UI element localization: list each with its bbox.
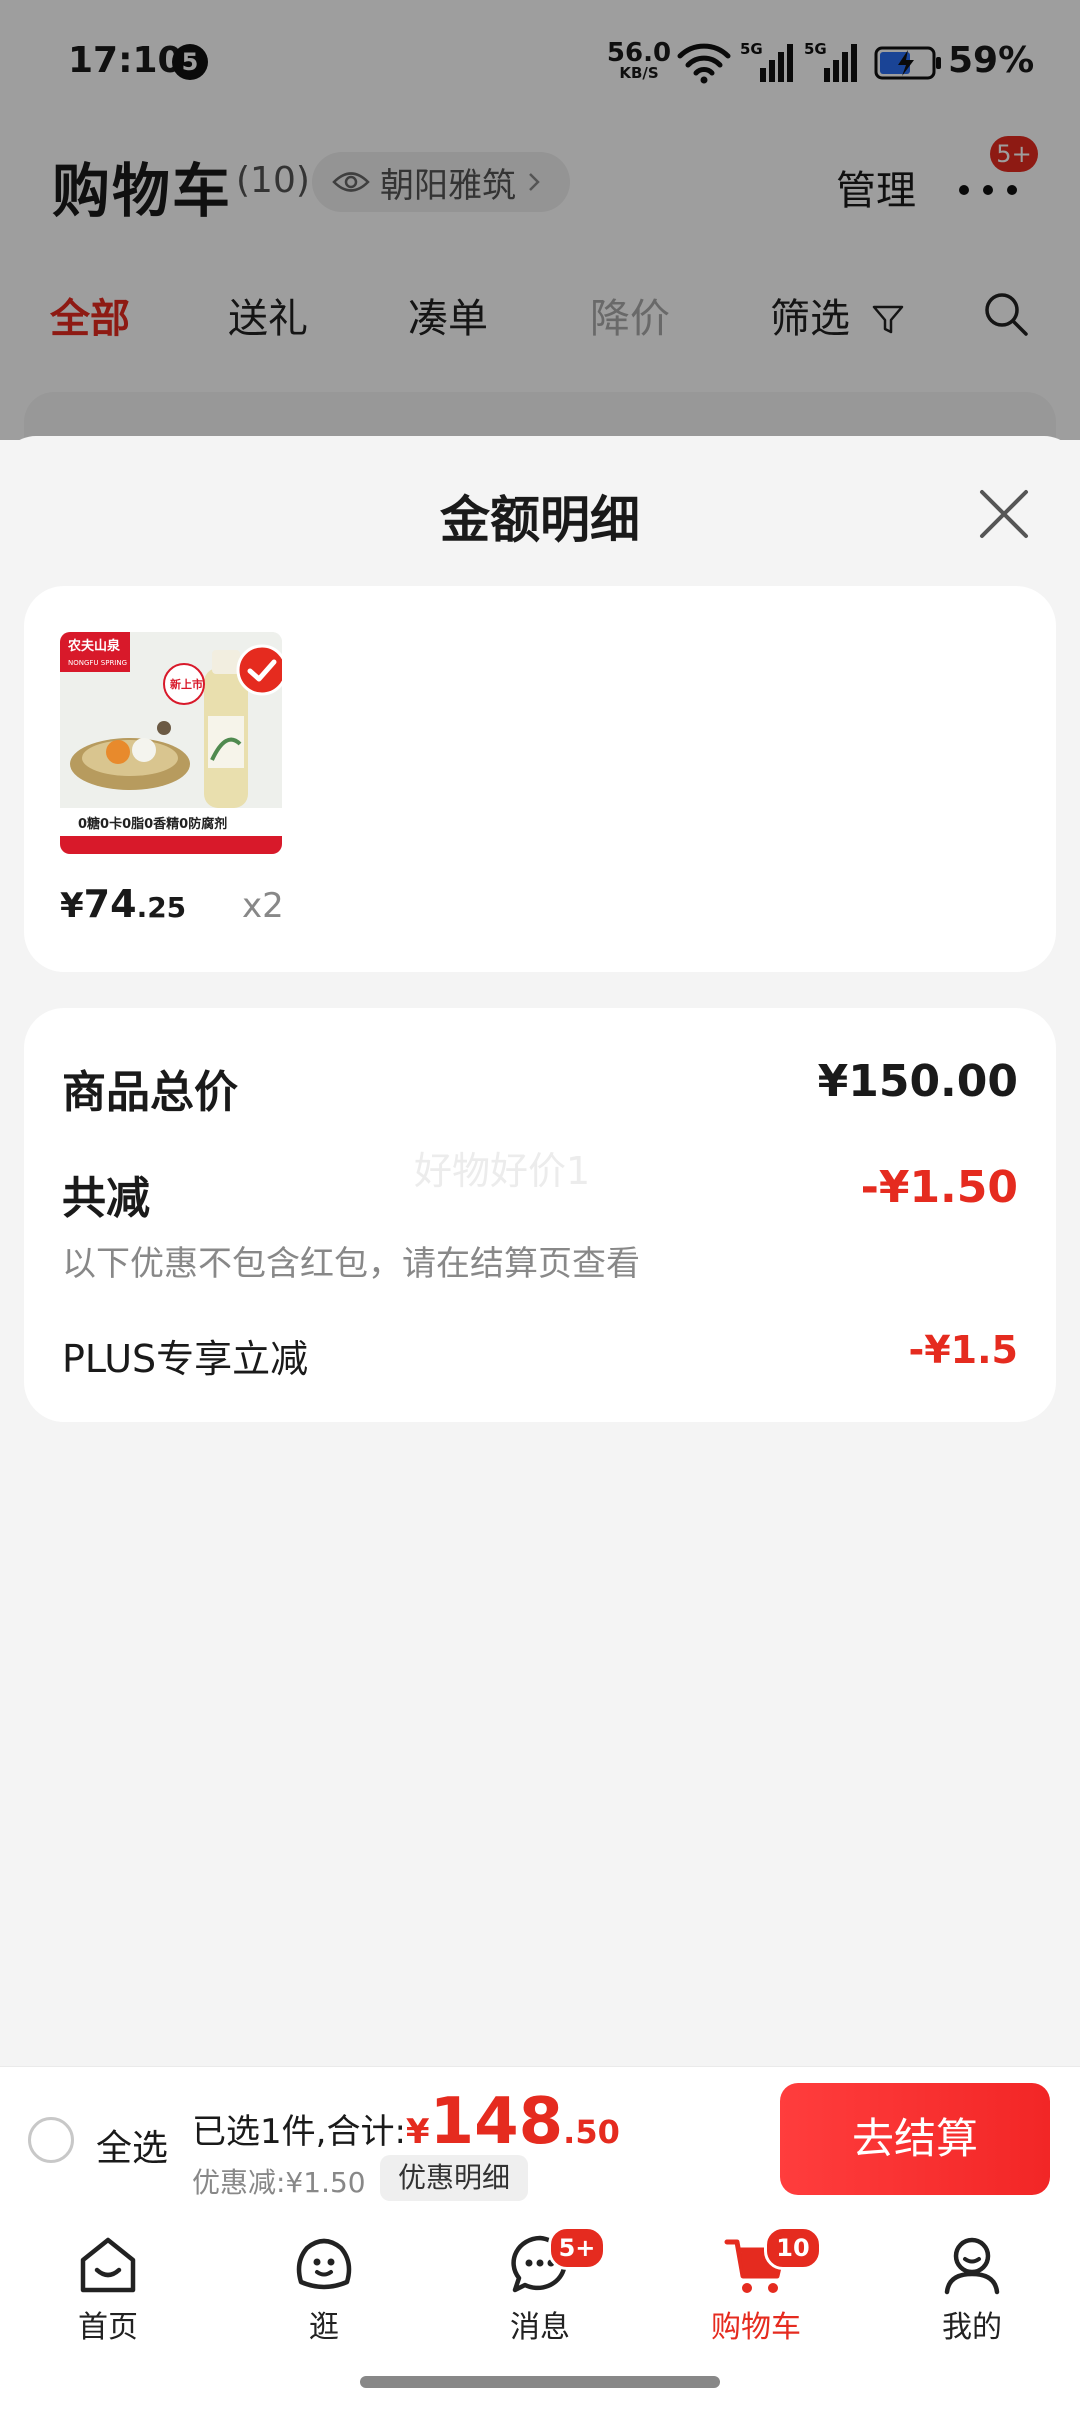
total-amount-integer: 148 bbox=[429, 2085, 564, 2159]
nav-browse[interactable]: 逛 bbox=[244, 2232, 404, 2372]
sheet-title: 金额明细 bbox=[440, 491, 640, 549]
thumb-brand-en: NONGFU SPRING bbox=[68, 659, 127, 667]
select-all-checkbox[interactable] bbox=[28, 2117, 74, 2163]
total-amount: ¥148.50 bbox=[405, 2085, 620, 2159]
nav-cart[interactable]: 购物车 10 bbox=[676, 2226, 836, 2372]
total-price-value: ¥150.00 bbox=[817, 1056, 1018, 1107]
total-amount-decimal: .50 bbox=[563, 2113, 620, 2151]
total-reduction-label: 共减 bbox=[62, 1173, 150, 1224]
plus-discount-label: PLUS专享立减 bbox=[62, 1337, 309, 1381]
selection-count-label: 已选1件,合计: bbox=[192, 2112, 406, 2152]
messages-badge: 5+ bbox=[548, 2226, 606, 2270]
close-icon[interactable] bbox=[976, 486, 1032, 542]
nav-home-label: 首页 bbox=[78, 2310, 138, 2345]
nav-home[interactable]: 首页 bbox=[28, 2232, 188, 2372]
product-price-integer: 74 bbox=[83, 882, 137, 926]
thumb-brand: 农夫山泉 bbox=[67, 638, 121, 654]
select-all-label[interactable]: 全选 bbox=[96, 2119, 168, 2171]
checkout-bar: 全选 已选1件,合计:¥148.50 优惠减:¥1.50 优惠明细 去结算 bbox=[0, 2066, 1080, 2217]
total-reduction-value: -¥1.50 bbox=[860, 1162, 1018, 1213]
home-indicator[interactable] bbox=[360, 2376, 720, 2388]
plus-discount-value: -¥1.5 bbox=[908, 1328, 1018, 1372]
browse-icon bbox=[296, 2238, 352, 2290]
thumb-tagline: 0糖0卡0脂0香精0防腐剂 bbox=[78, 816, 227, 832]
price-detail-sheet: 金额明细 农夫山泉 NONGFU SPRING 新上市 0糖0卡0脂0香精0防腐… bbox=[0, 436, 1080, 2066]
product-card: 农夫山泉 NONGFU SPRING 新上市 0糖0卡0脂0香精0防腐剂 ¥74… bbox=[24, 586, 1056, 972]
check-circle-icon bbox=[236, 644, 282, 696]
cart-badge: 10 bbox=[764, 2226, 822, 2270]
modal-overlay[interactable] bbox=[0, 0, 1080, 440]
nav-profile-label: 我的 bbox=[942, 2310, 1002, 2345]
discount-detail-button[interactable]: 优惠明细 bbox=[380, 2155, 529, 2201]
discount-amount: 优惠减:¥1.50 bbox=[192, 2166, 366, 2199]
price-summary-card: 好物好价1 商品总价 ¥150.00 共减 -¥1.50 以下优惠不包含红包，请… bbox=[24, 1008, 1056, 1422]
nav-messages[interactable]: 消息 5+ bbox=[460, 2226, 620, 2372]
checkout-button[interactable]: 去结算 bbox=[780, 2083, 1050, 2195]
profile-icon bbox=[944, 2237, 1000, 2295]
selection-summary: 已选1件,合计:¥148.50 bbox=[192, 2085, 620, 2159]
total-price-label: 商品总价 bbox=[62, 1067, 238, 1118]
reduction-note: 以下优惠不包含红包，请在结算页查看 bbox=[62, 1244, 640, 1284]
thumb-new-tag: 新上市 bbox=[170, 677, 203, 691]
nav-messages-label: 消息 bbox=[510, 2310, 570, 2345]
nav-cart-label: 购物车 bbox=[711, 2310, 801, 2345]
nav-browse-label: 逛 bbox=[309, 2310, 339, 2345]
home-icon bbox=[80, 2237, 136, 2293]
product-image[interactable]: 农夫山泉 NONGFU SPRING 新上市 0糖0卡0脂0香精0防腐剂 bbox=[60, 632, 282, 854]
watermark: 好物好价1 bbox=[414, 1149, 591, 1193]
nav-profile[interactable]: 我的 bbox=[892, 2232, 1052, 2372]
product-quantity: x2 bbox=[242, 886, 284, 926]
product-price-decimal: .25 bbox=[136, 891, 187, 924]
total-amount-currency: ¥ bbox=[405, 2112, 430, 2152]
product-price: ¥74.25 bbox=[60, 882, 186, 926]
product-price-currency: ¥ bbox=[60, 886, 84, 926]
